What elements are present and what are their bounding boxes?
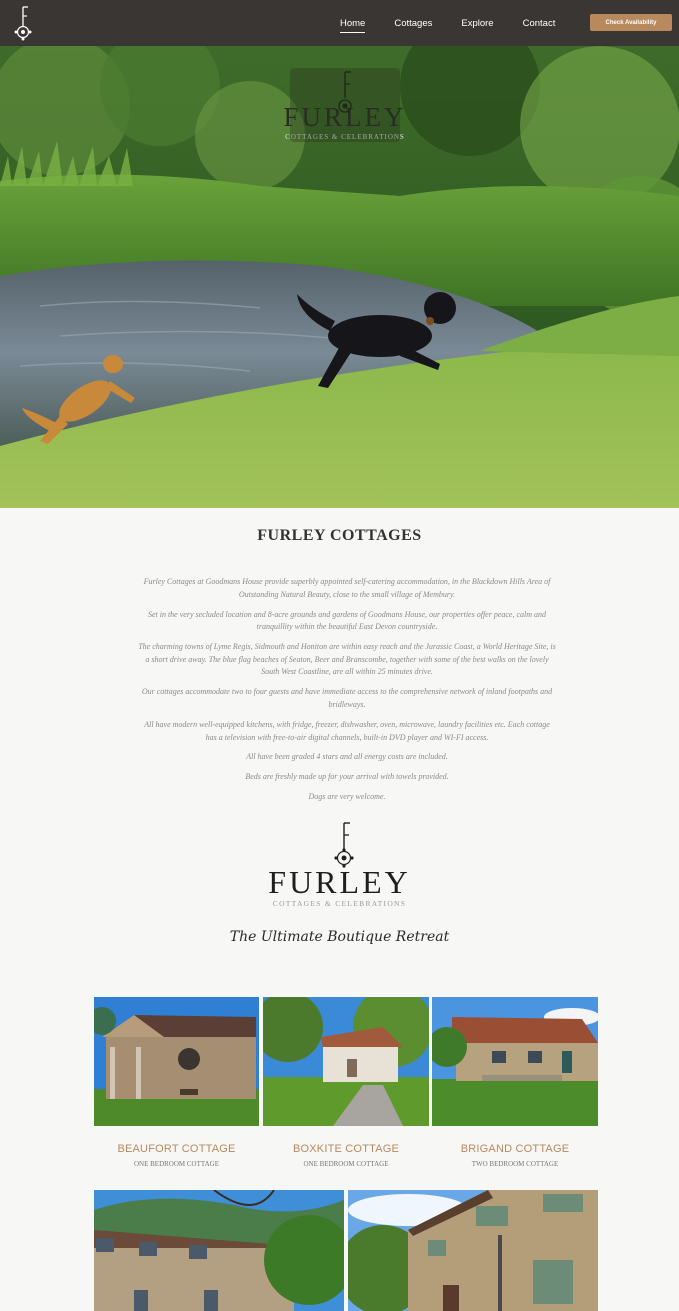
cottage-bedrooms: TWO BEDROOM COTTAGE [471,1160,559,1168]
intro-paragraph: Set in the very secluded location and 8-… [147,609,547,632]
cottage-card-brigand[interactable]: BRIGAND COTTAGE TWO BEDROOM COTTAGE [432,997,598,1177]
brand-subtitle: COTTAGES & CELEBRATIONS [272,899,407,908]
intro-paragraph: Our cottages accommodate two to four gue… [141,687,553,709]
cottage-photo-large[interactable] [94,1190,344,1311]
cottage-card-boxkite[interactable]: BOXKITE COTTAGE ONE BEDROOM COTTAGE [263,997,429,1177]
hero-banner: FURLEY COTTAGES & CELEBRATIONS [0,46,679,508]
furley-logo-icon[interactable] [12,5,34,41]
intro-paragraph: Dogs are very welcome. [308,792,386,802]
intro-paragraph: All have been graded 4 stars and all ene… [246,752,448,762]
brand-tagline: The Ultimate Boutique Retreat [229,929,450,945]
cottage-name[interactable]: BRIGAND COTTAGE [432,1143,598,1155]
nav-link-home[interactable]: Home [340,18,366,33]
brand-name: FURLEY [268,864,411,900]
cottage-name[interactable]: BEAUFORT COTTAGE [94,1143,259,1155]
brigand-cottage-photo [432,997,598,1126]
beaufort-cottage-photo [94,997,259,1126]
intro-paragraph: Furley Cottages at Goodmans House provid… [143,577,551,599]
brand-logo-block: FURLEY COTTAGES & CELEBRATIONS The Ultim… [0,820,679,945]
furley-crest-icon [338,71,352,113]
cottage-photo-large[interactable] [348,1190,598,1311]
intro-paragraph: All have modern well-equipped kitchens, … [144,719,550,742]
page-title: FURLEY COTTAGES [257,527,422,544]
cottage-card-beaufort[interactable]: BEAUFORT COTTAGE ONE BEDROOM COTTAGE [94,997,259,1177]
intro-paragraph: Beds are freshly made up for your arriva… [245,772,449,782]
furley-crest-icon [334,822,354,868]
nav-link-contact[interactable]: Contact [523,18,556,29]
intro-paragraph: The charming towns of Lyme Regis, Sidmou… [138,642,556,677]
stone-cottages-photo [94,1190,344,1311]
cottage-bedrooms: ONE BEDROOM COTTAGE [303,1160,389,1168]
main-menu: Home Cottages Explore Contact [340,0,584,46]
cottage-bedrooms: ONE BEDROOM COTTAGE [134,1160,219,1168]
check-availability-button[interactable]: Check Availability [590,14,672,31]
boxkite-cottage-photo [263,997,429,1126]
nav-link-cottages[interactable]: Cottages [394,18,432,29]
top-navigation-bar: Home Cottages Explore Contact Check Avai… [0,0,679,46]
cottage-name[interactable]: BOXKITE COTTAGE [263,1143,429,1155]
stone-house-photo [348,1190,598,1311]
hero-logo: FURLEY COTTAGES & CELEBRATIONS [282,68,408,168]
nav-link-explore[interactable]: Explore [461,18,493,29]
intro-text: Furley Cottages at Goodmans House provid… [138,576,556,811]
